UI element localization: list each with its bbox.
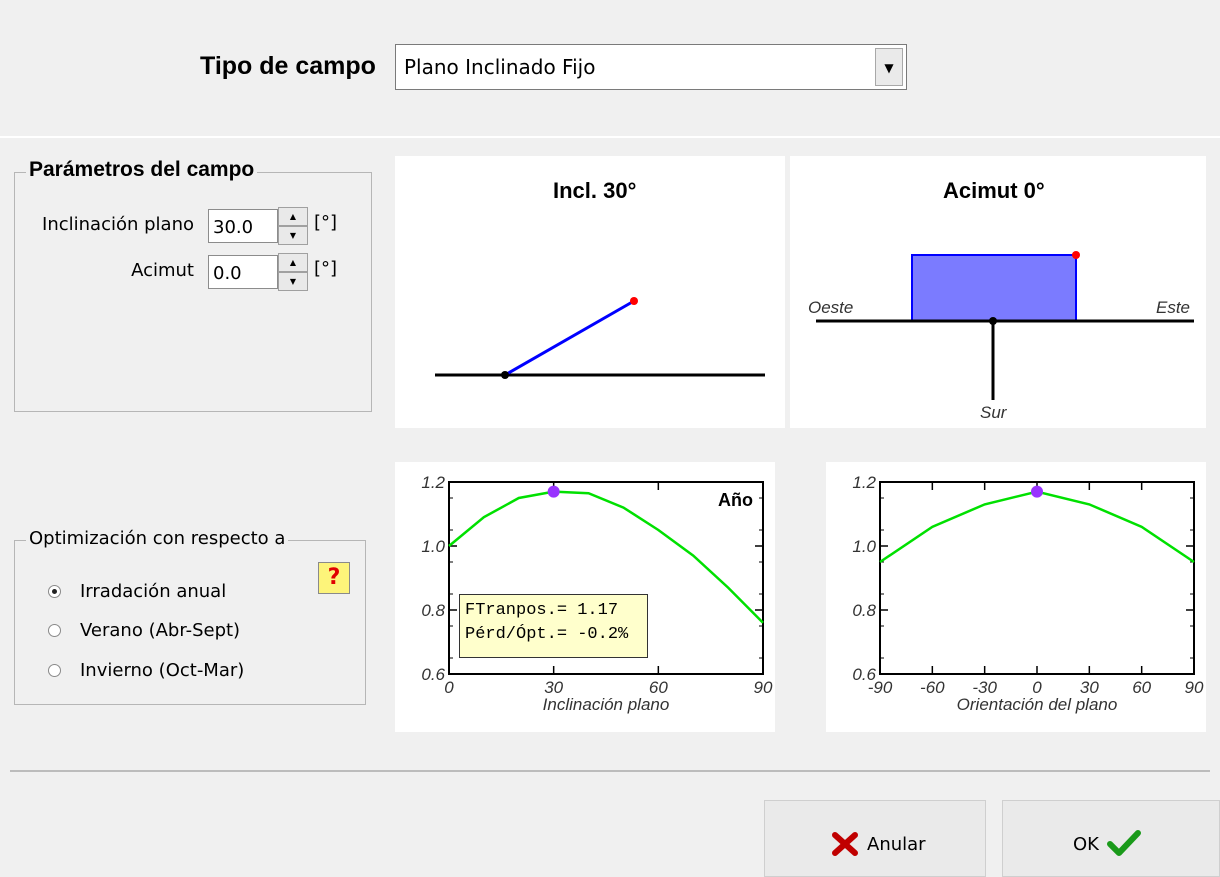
- x-axis-label: Orientación del plano: [957, 695, 1118, 714]
- optimum-marker: [1031, 485, 1043, 498]
- params-title: Parámetros del campo: [26, 158, 258, 182]
- optimum-marker: [547, 485, 560, 498]
- radio-checked-icon[interactable]: [48, 585, 61, 598]
- panel-corner-dot: [1072, 251, 1080, 259]
- radio-annual-label: Irradación anual: [80, 581, 227, 602]
- y-tick-label: 1.2: [421, 473, 445, 492]
- pivot-dot: [501, 371, 509, 379]
- y-tick-label: 0.8: [852, 601, 876, 620]
- chevron-down-icon[interactable]: ▼: [875, 48, 903, 86]
- ok-label: OK: [1073, 834, 1099, 855]
- radio-summer-label: Verano (Abr-Sept): [80, 620, 241, 641]
- azimuth-chart-svg: -90 -60 -30 0 30 60 900.60.81.01.2Orientación …: [852, 473, 1204, 714]
- azimuth-diagram: Acimut 0° Oeste Este Sur: [790, 156, 1206, 428]
- info-box: FTranpos.= 1.17 Pérd/Ópt.= -0.2%: [459, 594, 648, 658]
- series-line: [879, 490, 1195, 564]
- azimuth-label: Acimut: [131, 260, 194, 281]
- cancel-label: Anular: [867, 834, 926, 855]
- y-tick-label: 0.8: [421, 601, 445, 620]
- x-axis-label: Inclinación plano: [543, 695, 670, 714]
- tilted-plane-line: [504, 299, 635, 377]
- east-label: Este: [1156, 298, 1190, 317]
- info-ftranspos: FTranpos.= 1.17: [465, 601, 619, 620]
- x-tick-label: -60: [920, 678, 945, 697]
- spin-up-icon[interactable]: ▲: [278, 253, 308, 272]
- west-label: Oeste: [808, 298, 853, 317]
- tilt-unit: [°]: [314, 212, 338, 233]
- cancel-button[interactable]: Anular: [764, 800, 986, 877]
- y-tick-label: 0.6: [421, 665, 445, 684]
- radio-unchecked-icon[interactable]: [48, 624, 61, 637]
- panel-rect: [911, 254, 1077, 322]
- spin-up-icon[interactable]: ▲: [278, 207, 308, 226]
- center-dot: [989, 317, 997, 325]
- header-divider: [0, 136, 1220, 138]
- tilt-stepper[interactable]: ▲ ▼: [278, 207, 308, 245]
- ok-button[interactable]: OK: [1002, 800, 1220, 877]
- tilt-diagram: Incl. 30°: [395, 156, 785, 428]
- x-tick-label: 90: [754, 678, 773, 697]
- field-type-select[interactable]: Plano Inclinado Fijo ▼: [395, 44, 907, 90]
- legend-label: Año: [718, 490, 753, 510]
- y-tick-label: 1.2: [852, 473, 876, 492]
- spin-down-icon[interactable]: ▼: [278, 226, 308, 245]
- info-loss: Pérd/Ópt.= -0.2%: [465, 625, 629, 644]
- x-tick-label: 0: [444, 678, 454, 697]
- y-tick-label: 0.6: [852, 665, 876, 684]
- y-tick-label: 1.0: [421, 537, 445, 556]
- y-tick-label: 1.0: [852, 537, 876, 556]
- field-type-value: Plano Inclinado Fijo: [404, 55, 596, 79]
- south-label: Sur: [980, 403, 1008, 422]
- plot-frame: [879, 481, 1195, 675]
- footer-divider: [10, 770, 1210, 772]
- x-tick-label: 60: [1132, 678, 1151, 697]
- checkmark-icon: [1107, 830, 1141, 856]
- azimuth-stepper[interactable]: ▲ ▼: [278, 253, 308, 291]
- tilt-chart: 0 30 60 90 0.6 0.8 1.0 1.2 Inclinación plano Año …: [395, 462, 775, 732]
- help-button[interactable]: ?: [318, 562, 350, 594]
- x-icon: [832, 832, 858, 856]
- radio-unchecked-icon[interactable]: [48, 664, 61, 677]
- azimuth-unit: [°]: [314, 258, 338, 279]
- params-group: [14, 172, 372, 412]
- field-type-label: Tipo de campo: [200, 52, 376, 80]
- x-tick-label: 90: [1185, 678, 1204, 697]
- azimuth-chart: -90 -60 -30 0 30 60 90 0.6 0.8 1.0 1.2 Orientación …: [826, 462, 1206, 732]
- plane-tip-dot: [630, 297, 638, 305]
- radio-winter-label: Invierno (Oct-Mar): [80, 660, 245, 681]
- azimuth-input[interactable]: 0.0: [208, 255, 278, 289]
- spin-down-icon[interactable]: ▼: [278, 272, 308, 291]
- tilt-input[interactable]: 30.0: [208, 209, 278, 243]
- tilt-label: Inclinación plano: [42, 214, 194, 235]
- optimization-title: Optimización con respecto a: [26, 528, 289, 549]
